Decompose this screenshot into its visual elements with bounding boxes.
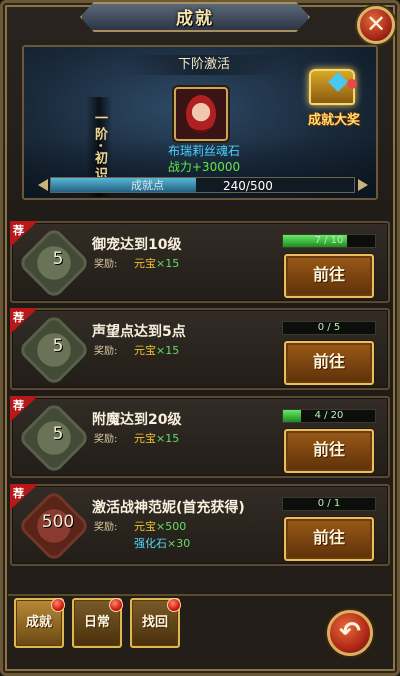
task-progress-text: 7 / 10	[314, 235, 344, 246]
reward-1-name: 元宝	[134, 520, 156, 533]
reward-1: 元宝×15	[134, 255, 179, 271]
reward-1-qty: ×500	[156, 520, 187, 533]
reward-1-name: 元宝	[134, 432, 156, 445]
notification-dot-icon	[167, 598, 181, 612]
reward-label: 奖励:	[94, 259, 118, 270]
task-row: 荐 5 声望点达到5点 奖励: 元宝×15 0 / 5 前往	[10, 308, 390, 390]
tab-achievement[interactable]: 成就	[14, 598, 65, 648]
progress-value: 240/500	[223, 179, 273, 193]
soul-stone-power: 战力+30000	[167, 160, 241, 174]
recommend-text: 荐	[13, 399, 24, 412]
reward-1-qty: ×15	[156, 257, 180, 270]
progress-track: 成就点 240/500	[50, 177, 355, 193]
soul-stone-name: 布瑞莉丝魂石	[167, 144, 240, 158]
soul-stone-icon[interactable]	[174, 87, 228, 141]
task-title: 附魔达到20级	[92, 412, 182, 428]
notification-dot-icon	[109, 598, 123, 612]
notification-dot-icon	[51, 598, 65, 612]
tab-retrieve-label: 找回	[141, 615, 168, 630]
task-title: 御宠达到10级	[92, 237, 182, 253]
medal-points: 5	[52, 336, 64, 356]
grand-prize-chest[interactable]: 成就大奖	[299, 57, 369, 137]
go-button[interactable]: 前往	[284, 254, 374, 298]
reward-2: 强化石×30	[134, 535, 190, 551]
recommend-text: 荐	[13, 487, 24, 500]
reward-1: 元宝×15	[134, 342, 179, 358]
task-progress-bar: 7 / 10	[282, 234, 376, 248]
task-progress-bar: 0 / 5	[282, 321, 376, 335]
reward-1-name: 元宝	[134, 257, 156, 270]
reward-1-name: 元宝	[134, 344, 156, 357]
portrait-icon	[186, 95, 216, 133]
reward-label: 奖励:	[94, 434, 118, 445]
next-stage-panel: 下阶激活 一阶·初识 布瑞莉丝魂石 战力+30000 成就大奖 成就点 240/…	[22, 45, 378, 200]
arrow-right-icon	[358, 179, 368, 191]
recommend-text: 荐	[13, 224, 24, 237]
medal-points: 500	[41, 512, 75, 532]
reward-1: 元宝×15	[134, 430, 179, 446]
reward-2-name: 强化石	[134, 537, 167, 550]
close-button[interactable]: ✕	[357, 6, 395, 44]
reward-label: 奖励:	[94, 346, 118, 357]
window-title: 成就	[176, 9, 214, 29]
next-stage-label: 下阶激活	[124, 55, 284, 75]
back-button[interactable]: ↶	[327, 610, 373, 656]
achievement-points-progress: 成就点 240/500	[38, 177, 368, 195]
ruby-icon	[347, 79, 357, 89]
tab-daily[interactable]: 日常	[72, 598, 123, 648]
treasure-chest-icon	[309, 69, 357, 105]
reward-1-qty: ×15	[156, 344, 180, 357]
task-row: 荐 5 附魔达到20级 奖励: 元宝×15 4 / 20 前往	[10, 396, 390, 478]
task-row: 荐 500 激活战神范妮(首充获得) 奖励: 元宝×500 强化石×30 0 /…	[10, 484, 390, 566]
go-button[interactable]: 前往	[284, 341, 374, 385]
task-row: 荐 5 御宠达到10级 奖励: 元宝×15 7 / 10 前往	[10, 221, 390, 303]
reward-1-qty: ×15	[156, 432, 180, 445]
reward-label: 奖励:	[94, 522, 118, 533]
task-title: 声望点达到5点	[92, 324, 186, 340]
task-progress-text: 4 / 20	[314, 410, 344, 421]
tab-daily-label: 日常	[83, 615, 110, 630]
gem-icon	[328, 72, 348, 92]
task-progress-text: 0 / 1	[317, 498, 341, 509]
go-button[interactable]: 前往	[284, 429, 374, 473]
recommend-text: 荐	[13, 311, 24, 324]
task-title: 激活战神范妮(首充获得)	[92, 500, 245, 516]
progress-label: 成就点	[131, 179, 164, 192]
arrow-left-icon	[38, 179, 48, 191]
go-button[interactable]: 前往	[284, 517, 374, 561]
medal-points: 5	[52, 249, 64, 269]
reward-2-qty: ×30	[167, 537, 191, 550]
progress-fill	[51, 178, 197, 192]
reward-1: 元宝×500	[134, 518, 186, 534]
chest-label: 成就大奖	[307, 113, 360, 128]
task-progress-bar: 4 / 20	[282, 409, 376, 423]
tab-retrieve[interactable]: 找回	[130, 598, 181, 648]
task-progress-text: 0 / 5	[317, 322, 341, 333]
medal-points: 5	[52, 424, 64, 444]
tab-achievement-label: 成就	[25, 615, 52, 630]
task-progress-bar: 0 / 1	[282, 497, 376, 511]
